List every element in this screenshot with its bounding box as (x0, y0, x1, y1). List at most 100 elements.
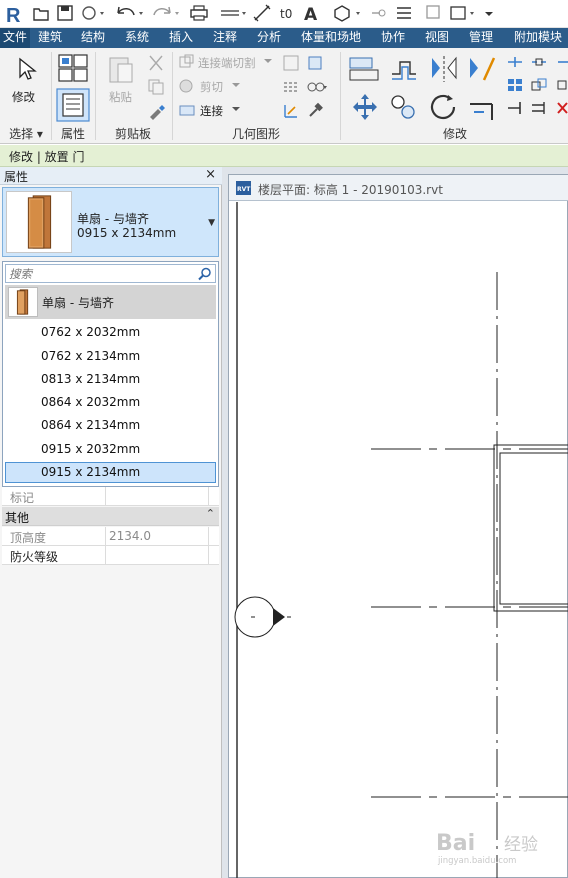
tab-massing-site[interactable]: 体量和场地 (298, 28, 364, 48)
switch-windows-icon[interactable] (448, 3, 478, 23)
close-hidden-windows-icon[interactable] (424, 3, 444, 23)
tab-file[interactable]: 文件 (0, 28, 30, 48)
customize-qat-icon[interactable] (482, 3, 496, 23)
text-icon[interactable]: A (302, 3, 320, 23)
modify-button-label[interactable]: 修改 (12, 89, 35, 105)
collapse-icon[interactable]: ⌃ (206, 507, 215, 520)
trim-single-icon[interactable] (506, 100, 524, 116)
align-icon[interactable] (282, 102, 300, 120)
split-element-icon[interactable] (506, 54, 524, 70)
svg-text:R: R (6, 5, 21, 26)
aligned-dimension-icon[interactable] (252, 3, 272, 23)
panel-select-label[interactable]: 选择 ▾ (2, 126, 50, 142)
property-row-fire-rating: 防火等级 (2, 546, 219, 565)
revit-logo-icon[interactable]: R (2, 2, 26, 26)
offset-tool-icon[interactable] (388, 54, 420, 84)
type-option[interactable]: 0864 x 2032mm (5, 392, 216, 413)
redo-icon[interactable] (150, 3, 182, 23)
tab-structure[interactable]: 结构 (76, 28, 110, 48)
trim-multiple-icon[interactable] (530, 100, 548, 116)
section-icon[interactable] (368, 3, 388, 23)
property-value[interactable]: 2134.0 (105, 527, 209, 545)
split-with-gap-icon[interactable] (530, 54, 548, 70)
align-tool-icon[interactable] (348, 54, 380, 84)
tab-architecture[interactable]: 建筑 (33, 28, 67, 48)
match-properties-icon[interactable] (146, 101, 168, 121)
type-option-selected[interactable]: 0915 x 2134mm (5, 462, 216, 483)
paste-button-label[interactable]: 粘贴 (109, 89, 132, 105)
properties-toggle-icon[interactable] (56, 88, 90, 122)
type-option[interactable]: 0762 x 2134mm (5, 346, 216, 367)
type-search-input[interactable] (9, 266, 189, 281)
scale-icon[interactable] (530, 77, 548, 93)
type-dropdown-list: 单扇 - 与墙齐 0762 x 2032mm 0762 x 2134mm 081… (2, 261, 219, 487)
demolish-icon[interactable] (282, 78, 300, 96)
tab-manage[interactable]: 管理 (464, 28, 498, 48)
svg-text:t0: t0 (280, 7, 292, 21)
array-icon[interactable] (506, 77, 524, 93)
3d-view-icon[interactable] (332, 3, 362, 23)
tab-analyze[interactable]: 分析 (252, 28, 286, 48)
copy-icon[interactable] (146, 78, 166, 96)
tab-collaborate[interactable]: 协作 (376, 28, 410, 48)
open-icon[interactable] (32, 3, 50, 23)
close-icon[interactable]: × (205, 167, 216, 182)
mirror-pick-axis-icon[interactable] (428, 54, 460, 84)
join-cut-icon[interactable] (178, 54, 196, 70)
trim-extend-corner-icon[interactable] (466, 92, 498, 122)
paint-icon[interactable] (306, 78, 328, 96)
panel-modify-label: 修改 (442, 127, 467, 141)
tab-view[interactable]: 视图 (420, 28, 454, 48)
join-cut-label[interactable]: 连接端切割 (198, 55, 256, 71)
join-label[interactable]: 连接 (200, 103, 223, 119)
type-option[interactable]: 0915 x 2032mm (5, 439, 216, 460)
pin-icon[interactable] (556, 54, 568, 70)
join-dropdown-icon[interactable] (231, 105, 241, 113)
chevron-down-icon[interactable]: ▼ (208, 218, 215, 228)
thin-lines-icon[interactable] (394, 3, 414, 23)
join-cut-dropdown-icon[interactable] (263, 57, 273, 65)
type-option[interactable]: 0813 x 2134mm (5, 369, 216, 390)
panel-geometry-label: 几何图形 (231, 127, 280, 141)
hammer-icon[interactable] (306, 102, 324, 120)
save-icon[interactable] (56, 3, 74, 23)
property-value[interactable] (105, 487, 209, 505)
tab-systems[interactable]: 系统 (120, 28, 154, 48)
cut-label[interactable]: 剪切 (200, 79, 223, 95)
measure-icon[interactable] (218, 3, 248, 23)
property-value[interactable] (105, 546, 209, 564)
print-icon[interactable] (188, 3, 210, 23)
type-selector[interactable]: 单扇 - 与墙齐 0915 x 2134mm ▼ (2, 187, 219, 257)
undo-icon[interactable] (114, 3, 146, 23)
cut-dropdown-icon[interactable] (231, 81, 241, 89)
join-geometry-icon[interactable] (178, 102, 196, 118)
drawing-canvas[interactable] (229, 202, 568, 878)
type-properties-icon[interactable] (56, 52, 90, 84)
split-face-icon[interactable] (306, 54, 324, 72)
dropdown-family-header: 单扇 - 与墙齐 (5, 285, 216, 319)
paste-icon[interactable] (106, 54, 136, 86)
type-option[interactable]: 0864 x 2134mm (5, 415, 216, 436)
tab-insert[interactable]: 插入 (164, 28, 198, 48)
tab-addins[interactable]: 附加模块 (508, 28, 568, 48)
property-label: 标记 (10, 491, 35, 505)
sync-central-icon[interactable] (80, 3, 106, 23)
type-search-box[interactable] (5, 264, 216, 283)
cut-geometry-icon[interactable] (178, 78, 196, 94)
search-icon[interactable] (198, 267, 212, 281)
rotate-icon[interactable] (428, 92, 460, 122)
modify-cursor-icon[interactable] (14, 56, 38, 82)
door-family-icon (8, 287, 38, 317)
type-family-name: 单扇 - 与墙齐 (77, 212, 149, 226)
mirror-draw-axis-icon[interactable] (466, 54, 498, 84)
copy-tool-icon[interactable] (388, 92, 420, 122)
property-group-other[interactable]: 其他 ⌃ (2, 507, 219, 526)
move-icon[interactable] (350, 92, 380, 122)
wall-joins-icon[interactable] (282, 54, 300, 72)
tab-annotate[interactable]: 注释 (208, 28, 242, 48)
unpin-icon[interactable] (556, 77, 568, 93)
cut-icon[interactable] (146, 54, 166, 72)
tag-icon[interactable]: t0 (278, 3, 298, 23)
delete-icon[interactable] (556, 100, 568, 116)
type-option[interactable]: 0762 x 2032mm (5, 322, 216, 343)
